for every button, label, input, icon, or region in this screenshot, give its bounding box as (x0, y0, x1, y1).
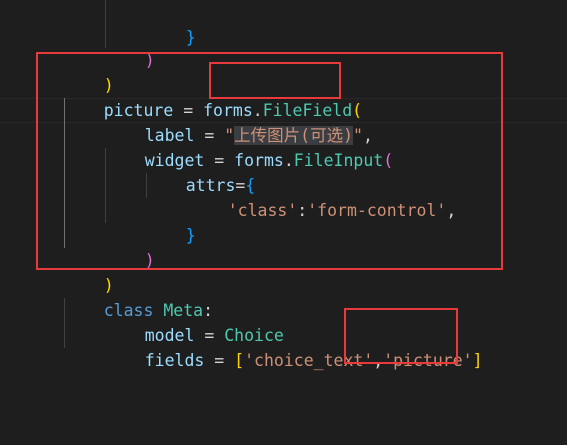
assign-operator: = (204, 351, 235, 370)
open-bracket: [ (234, 351, 245, 370)
code-line-1[interactable]: } (146, 0, 196, 47)
annotation-box-filefield (209, 62, 341, 99)
code-line-13[interactable]: model = Choice (105, 298, 284, 345)
closing-brace: } (185, 28, 196, 47)
code-editor[interactable]: } ) ) picture = forms.FileField( label =… (0, 0, 567, 445)
annotation-box-picture (344, 308, 458, 364)
close-bracket: ] (472, 351, 483, 370)
variable-name: fields (144, 351, 205, 370)
code-line-2[interactable]: ) (105, 23, 155, 70)
code-line-12[interactable]: class Meta: (64, 273, 213, 320)
